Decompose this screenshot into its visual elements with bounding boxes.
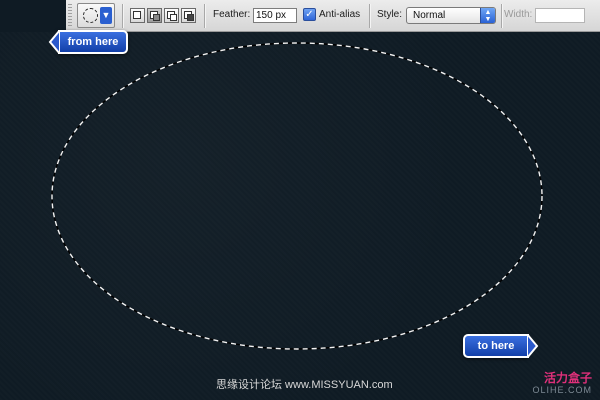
feather-input[interactable]: 150 px [253, 8, 297, 23]
from-here-callout: from here [48, 30, 128, 54]
intersect-selection-icon-overlay [187, 14, 194, 21]
toolbar-divider [501, 4, 503, 28]
toolbar-grip-handle[interactable] [68, 4, 72, 28]
width-label: Width: [504, 9, 533, 20]
anti-alias-label: Anti-alias [319, 9, 361, 20]
feather-label: Feather: [213, 9, 251, 20]
style-label: Style: [377, 9, 403, 20]
forum-watermark: 思缘设计论坛 www.MISSYUAN.com [216, 379, 393, 391]
callout-pointer-left [48, 30, 60, 54]
width-input[interactable] [535, 8, 585, 23]
brand-site: OLIHE.COM [532, 385, 592, 395]
brand-watermark: 活力盒子 OLIHE.COM [532, 371, 592, 396]
to-here-label: to here [477, 340, 515, 352]
intersect-selection-button[interactable] [181, 8, 196, 23]
toolbar-divider [204, 4, 206, 28]
tool-preset-picker[interactable]: ▼ [77, 3, 115, 28]
add-selection-icon-overlay [153, 14, 160, 21]
to-here-callout: to here [463, 334, 539, 358]
add-to-selection-button[interactable] [147, 8, 162, 23]
from-here-label: from here [67, 36, 119, 48]
anti-alias-checkbox[interactable]: ✓ [303, 8, 316, 21]
chevron-down-icon: ▼ [100, 7, 112, 24]
updown-arrows-icon: ▲ ▼ [480, 8, 495, 23]
new-selection-button[interactable] [130, 8, 145, 23]
elliptical-marquee-icon [83, 8, 98, 23]
toolbar-divider [369, 4, 371, 28]
brand-name: 活力盒子 [543, 371, 592, 385]
checkmark-icon: ✓ [305, 9, 314, 20]
style-select[interactable]: Normal ▲ ▼ [406, 7, 496, 24]
toolbar-left-gap [0, 0, 66, 32]
toolbar-divider [122, 4, 124, 28]
style-select-value: Normal [413, 10, 446, 21]
subtract-from-selection-button[interactable] [164, 8, 179, 23]
callout-pointer-right [527, 334, 539, 358]
new-selection-icon [133, 11, 141, 19]
subtract-selection-icon-overlay [170, 14, 177, 21]
options-toolbar: ▼ Feather: 150 px ✓ Anti-alias Style: No… [0, 0, 600, 32]
